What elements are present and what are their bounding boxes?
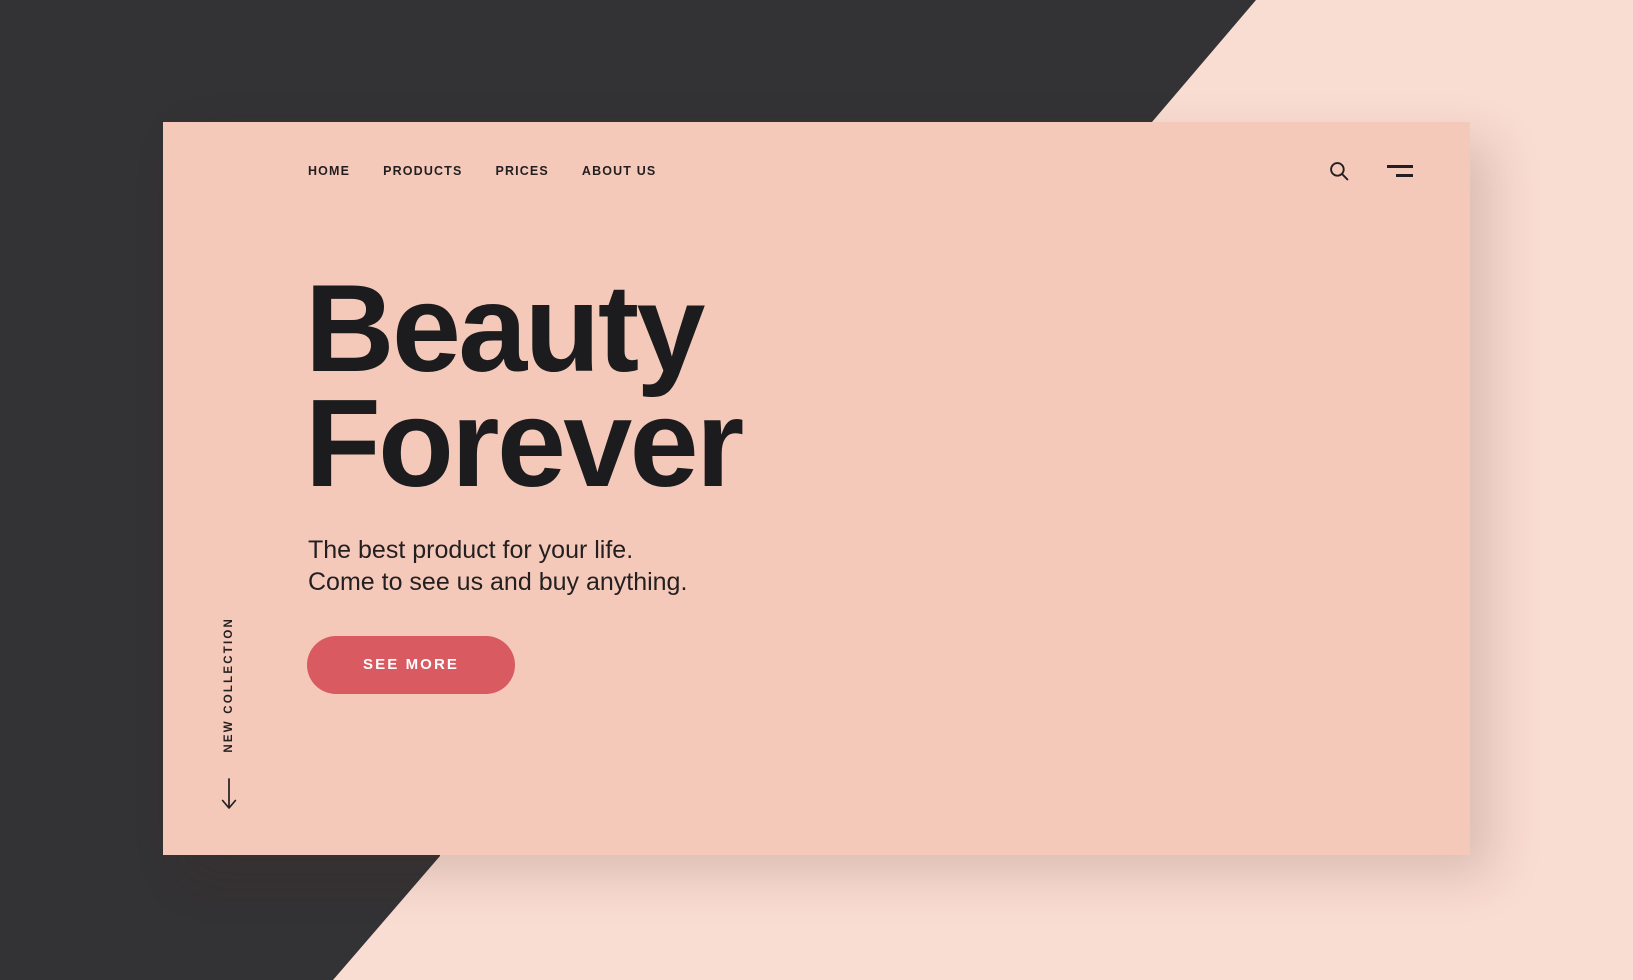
nav-actions (1327, 159, 1413, 183)
subcopy-line-2: Come to see us and buy anything. (308, 567, 688, 596)
hero-card: HOME PRODUCTS PRICES ABOUT US Beauty For… (163, 122, 1470, 855)
headline-line-1: Beauty (305, 260, 705, 398)
new-collection-label: NEW COLLECTION (223, 617, 235, 753)
nav-link-about-us[interactable]: ABOUT US (582, 160, 656, 182)
nav-link-home[interactable]: HOME (308, 160, 350, 182)
new-collection-rail: NEW COLLECTION (211, 617, 247, 811)
hero-subcopy: The best product for your life. Come to … (308, 534, 1105, 598)
hamburger-menu-icon (1387, 165, 1413, 177)
nav-link-products[interactable]: PRODUCTS (383, 160, 462, 182)
hero-content: Beauty Forever The best product for your… (305, 260, 1105, 694)
headline-line-2: Forever (305, 375, 744, 514)
arrow-down-icon[interactable] (220, 777, 238, 811)
top-navigation: HOME PRODUCTS PRICES ABOUT US (163, 154, 1470, 188)
nav-link-prices[interactable]: PRICES (495, 160, 548, 182)
see-more-button[interactable]: SEE MORE (307, 635, 515, 694)
nav-links: HOME PRODUCTS PRICES ABOUT US (308, 160, 656, 182)
subcopy-line-1: The best product for your life. (308, 535, 634, 564)
page-root: HOME PRODUCTS PRICES ABOUT US Beauty For… (0, 0, 1633, 980)
page-title: Beauty Forever (305, 260, 1105, 514)
search-icon (1327, 159, 1351, 183)
menu-button[interactable] (1387, 165, 1413, 177)
search-button[interactable] (1327, 159, 1351, 183)
